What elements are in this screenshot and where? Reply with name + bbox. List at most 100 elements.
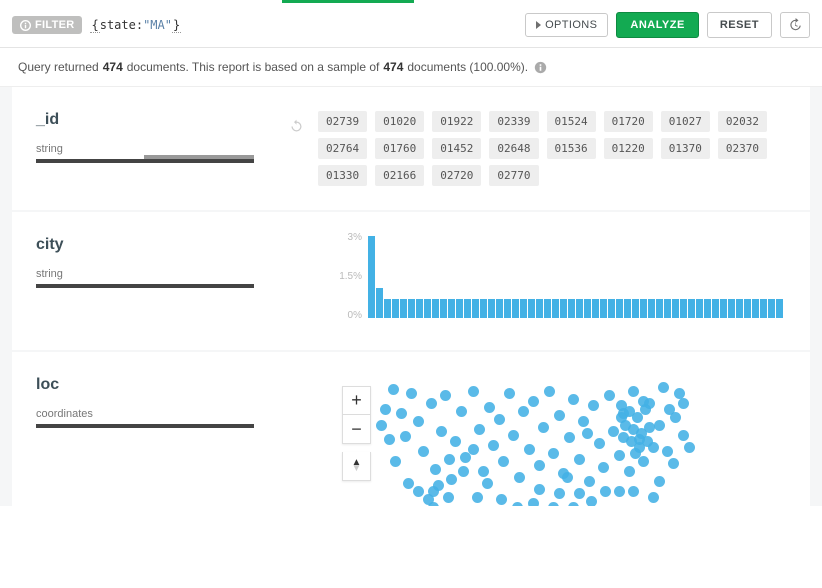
hist-bar[interactable] <box>408 299 415 318</box>
compass-button[interactable]: ▲ ▼ <box>342 452 371 481</box>
hist-bar[interactable] <box>584 299 591 318</box>
id-value-tag[interactable]: 02739 <box>318 111 367 132</box>
id-value-tag[interactable]: 02648 <box>489 138 538 159</box>
map-point[interactable] <box>468 444 479 455</box>
hist-bar[interactable] <box>560 299 567 318</box>
map-point[interactable] <box>478 466 489 477</box>
hist-bar[interactable] <box>440 299 447 318</box>
map-point[interactable] <box>538 422 549 433</box>
map-point[interactable] <box>413 416 424 427</box>
hist-bar[interactable] <box>544 299 551 318</box>
hist-bar[interactable] <box>392 299 399 318</box>
map-point[interactable] <box>630 448 641 459</box>
map-point[interactable] <box>642 436 653 447</box>
hist-bar[interactable] <box>536 299 543 318</box>
map-point[interactable] <box>574 454 585 465</box>
map-point[interactable] <box>628 486 639 497</box>
id-value-tag[interactable]: 01330 <box>318 165 367 186</box>
hist-bar[interactable] <box>696 299 703 318</box>
hist-bar[interactable] <box>760 299 767 318</box>
hist-bar[interactable] <box>744 299 751 318</box>
map-point[interactable] <box>578 416 589 427</box>
map-point[interactable] <box>614 450 625 461</box>
map-point[interactable] <box>403 478 414 489</box>
map-point[interactable] <box>584 476 595 487</box>
id-value-tag[interactable]: 02720 <box>432 165 481 186</box>
history-button[interactable] <box>780 12 810 38</box>
hist-bar[interactable] <box>432 299 439 318</box>
hist-bar[interactable] <box>448 299 455 318</box>
hist-bar[interactable] <box>552 299 559 318</box>
hist-bar[interactable] <box>712 299 719 318</box>
hist-bar[interactable] <box>384 299 391 318</box>
id-value-tag[interactable]: 02166 <box>375 165 424 186</box>
analyze-button[interactable]: ANALYZE <box>616 12 698 38</box>
map-point[interactable] <box>458 466 469 477</box>
map-point[interactable] <box>496 494 507 505</box>
map-point[interactable] <box>400 431 411 442</box>
id-value-tag[interactable]: 01922 <box>432 111 481 132</box>
map-point[interactable] <box>582 428 593 439</box>
map-point[interactable] <box>638 396 649 407</box>
map-point[interactable] <box>564 432 575 443</box>
map-point[interactable] <box>428 502 439 506</box>
hist-bar[interactable] <box>400 299 407 318</box>
map-point[interactable] <box>376 420 387 431</box>
map-point[interactable] <box>440 390 451 401</box>
map-point[interactable] <box>456 406 467 417</box>
map-point[interactable] <box>418 446 429 457</box>
id-value-tag[interactable]: 01720 <box>604 111 653 132</box>
hist-bar[interactable] <box>688 299 695 318</box>
id-value-tag[interactable]: 01452 <box>432 138 481 159</box>
map-point[interactable] <box>644 422 655 433</box>
hist-bar[interactable] <box>416 299 423 318</box>
map-point[interactable] <box>390 456 401 467</box>
id-value-tag[interactable]: 01760 <box>375 138 424 159</box>
map-point[interactable] <box>450 436 461 447</box>
loc-map[interactable]: + − ▲ ▼ <box>318 376 784 506</box>
map-point[interactable] <box>678 398 689 409</box>
hist-bar[interactable] <box>752 299 759 318</box>
hist-bar[interactable] <box>736 299 743 318</box>
map-point[interactable] <box>562 472 573 483</box>
map-point[interactable] <box>534 460 545 471</box>
map-point[interactable] <box>518 406 529 417</box>
hist-bar[interactable] <box>640 299 647 318</box>
map-point[interactable] <box>618 432 629 443</box>
map-point[interactable] <box>568 394 579 405</box>
hist-bar[interactable] <box>488 299 495 318</box>
id-value-tag[interactable]: 01220 <box>604 138 653 159</box>
id-value-tag[interactable]: 02339 <box>489 111 538 132</box>
map-point[interactable] <box>413 486 424 497</box>
map-point[interactable] <box>528 396 539 407</box>
map-point[interactable] <box>443 492 454 503</box>
id-value-tag[interactable]: 01020 <box>375 111 424 132</box>
hist-bar[interactable] <box>720 299 727 318</box>
hist-bar[interactable] <box>568 299 575 318</box>
map-point[interactable] <box>638 456 649 467</box>
hist-bar[interactable] <box>768 299 775 318</box>
map-point[interactable] <box>648 492 659 503</box>
map-point[interactable] <box>662 446 673 457</box>
map-point[interactable] <box>474 424 485 435</box>
hist-bar[interactable] <box>656 299 663 318</box>
map-point[interactable] <box>528 498 539 506</box>
id-value-tag[interactable]: 02370 <box>718 138 767 159</box>
map-point[interactable] <box>604 390 615 401</box>
map-point[interactable] <box>654 420 665 431</box>
map-point[interactable] <box>574 488 585 499</box>
hist-bar[interactable] <box>504 299 511 318</box>
map-point[interactable] <box>433 480 444 491</box>
hist-bar[interactable] <box>456 299 463 318</box>
hist-bar[interactable] <box>648 299 655 318</box>
map-point[interactable] <box>594 438 605 449</box>
info-icon[interactable] <box>534 61 547 74</box>
hist-bar[interactable] <box>528 299 535 318</box>
hist-bar[interactable] <box>624 299 631 318</box>
map-point[interactable] <box>678 430 689 441</box>
hist-bar[interactable] <box>600 299 607 318</box>
hist-bar[interactable] <box>680 299 687 318</box>
map-point[interactable] <box>504 388 515 399</box>
map-point[interactable] <box>548 502 559 506</box>
hist-bar[interactable] <box>632 299 639 318</box>
